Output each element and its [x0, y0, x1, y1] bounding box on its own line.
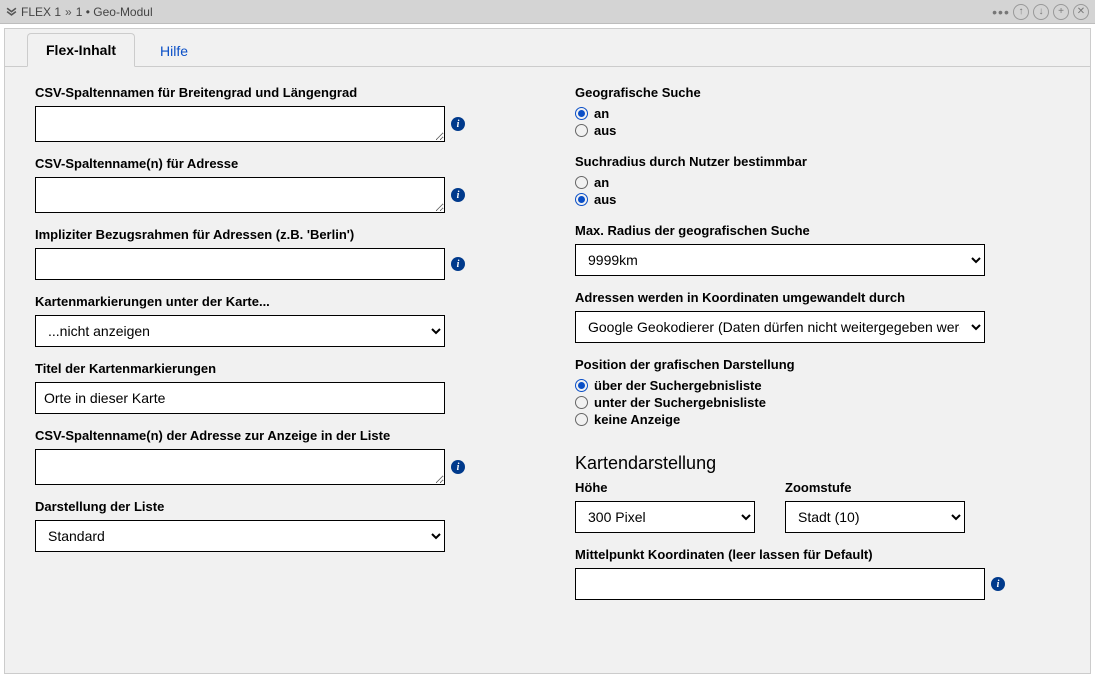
tab-bar: Flex-Inhalt Hilfe	[5, 29, 1090, 67]
max-radius-select[interactable]: 9999km	[575, 244, 985, 276]
addr-list-col-input[interactable]	[35, 449, 445, 485]
zoom-label: Zoomstufe	[785, 480, 965, 495]
center-label: Mittelpunkt Koordinaten (leer lassen für…	[575, 547, 1015, 562]
imp-ref-input[interactable]	[35, 248, 445, 280]
user-radius-on-radio[interactable]	[575, 176, 588, 189]
info-icon[interactable]: i	[451, 460, 465, 474]
user-radius-off-radio[interactable]	[575, 193, 588, 206]
geocoder-label: Adressen werden in Koordinaten umgewande…	[575, 290, 1015, 305]
info-icon[interactable]: i	[991, 577, 1005, 591]
info-icon[interactable]: i	[451, 117, 465, 131]
more-icon[interactable]: •••	[993, 4, 1009, 20]
addr-list-col-label: CSV-Spaltenname(n) der Adresse zur Anzei…	[35, 428, 475, 443]
csv-latlon-label: CSV-Spaltennamen für Breitengrad und Län…	[35, 85, 475, 100]
markers-select[interactable]: ...nicht anzeigen	[35, 315, 445, 347]
geo-search-label: Geografische Suche	[575, 85, 1015, 100]
radio-label-off: aus	[594, 123, 616, 138]
imp-ref-label: Impliziter Bezugsrahmen für Adressen (z.…	[35, 227, 475, 242]
height-select[interactable]: 300 Pixel	[575, 501, 755, 533]
list-view-select[interactable]: Standard	[35, 520, 445, 552]
titlebar: FLEX 1 » 1 • Geo-Modul ••• ↑ ↓ + ✕	[0, 0, 1095, 24]
radio-label: unter der Suchergebnisliste	[594, 395, 766, 410]
csv-latlon-input[interactable]	[35, 106, 445, 142]
right-column: Geografische Suche an aus Suchradius dur…	[575, 85, 1015, 614]
info-icon[interactable]: i	[451, 188, 465, 202]
geocoder-select[interactable]: Google Geokodierer (Daten dürfen nicht w…	[575, 311, 985, 343]
tab-hilfe[interactable]: Hilfe	[141, 34, 207, 67]
close-icon[interactable]: ✕	[1073, 4, 1089, 20]
marker-title-input[interactable]	[35, 382, 445, 414]
csv-addr-label: CSV-Spaltenname(n) für Adresse	[35, 156, 475, 171]
pos-under-radio[interactable]	[575, 396, 588, 409]
breadcrumb-1[interactable]: FLEX 1	[21, 5, 61, 19]
tab-flex-inhalt[interactable]: Flex-Inhalt	[27, 33, 135, 67]
pos-over-radio[interactable]	[575, 379, 588, 392]
list-view-label: Darstellung der Liste	[35, 499, 475, 514]
radio-label: über der Suchergebnisliste	[594, 378, 762, 393]
user-radius-label: Suchradius durch Nutzer bestimmbar	[575, 154, 1015, 169]
csv-addr-input[interactable]	[35, 177, 445, 213]
radio-label: keine Anzeige	[594, 412, 680, 427]
radio-label-on: an	[594, 106, 609, 121]
height-label: Höhe	[575, 480, 755, 495]
breadcrumb-sep: »	[65, 5, 72, 19]
pos-label: Position der grafischen Darstellung	[575, 357, 1015, 372]
down-arrow-icon[interactable]: ↓	[1033, 4, 1049, 20]
map-section-title: Kartendarstellung	[575, 453, 1015, 474]
geo-search-off-radio[interactable]	[575, 124, 588, 137]
marker-title-label: Titel der Kartenmarkierungen	[35, 361, 475, 376]
info-icon[interactable]: i	[451, 257, 465, 271]
pos-none-radio[interactable]	[575, 413, 588, 426]
breadcrumb-2: 1 • Geo-Modul	[76, 5, 153, 19]
geo-search-on-radio[interactable]	[575, 107, 588, 120]
center-input[interactable]	[575, 568, 985, 600]
radio-label-off: aus	[594, 192, 616, 207]
add-icon[interactable]: +	[1053, 4, 1069, 20]
radio-label-on: an	[594, 175, 609, 190]
zoom-select[interactable]: Stadt (10)	[785, 501, 965, 533]
collapse-icon[interactable]	[6, 5, 17, 19]
markers-select-label: Kartenmarkierungen unter der Karte...	[35, 294, 475, 309]
max-radius-label: Max. Radius der geografischen Suche	[575, 223, 1015, 238]
left-column: CSV-Spaltennamen für Breitengrad und Län…	[35, 85, 475, 614]
up-arrow-icon[interactable]: ↑	[1013, 4, 1029, 20]
